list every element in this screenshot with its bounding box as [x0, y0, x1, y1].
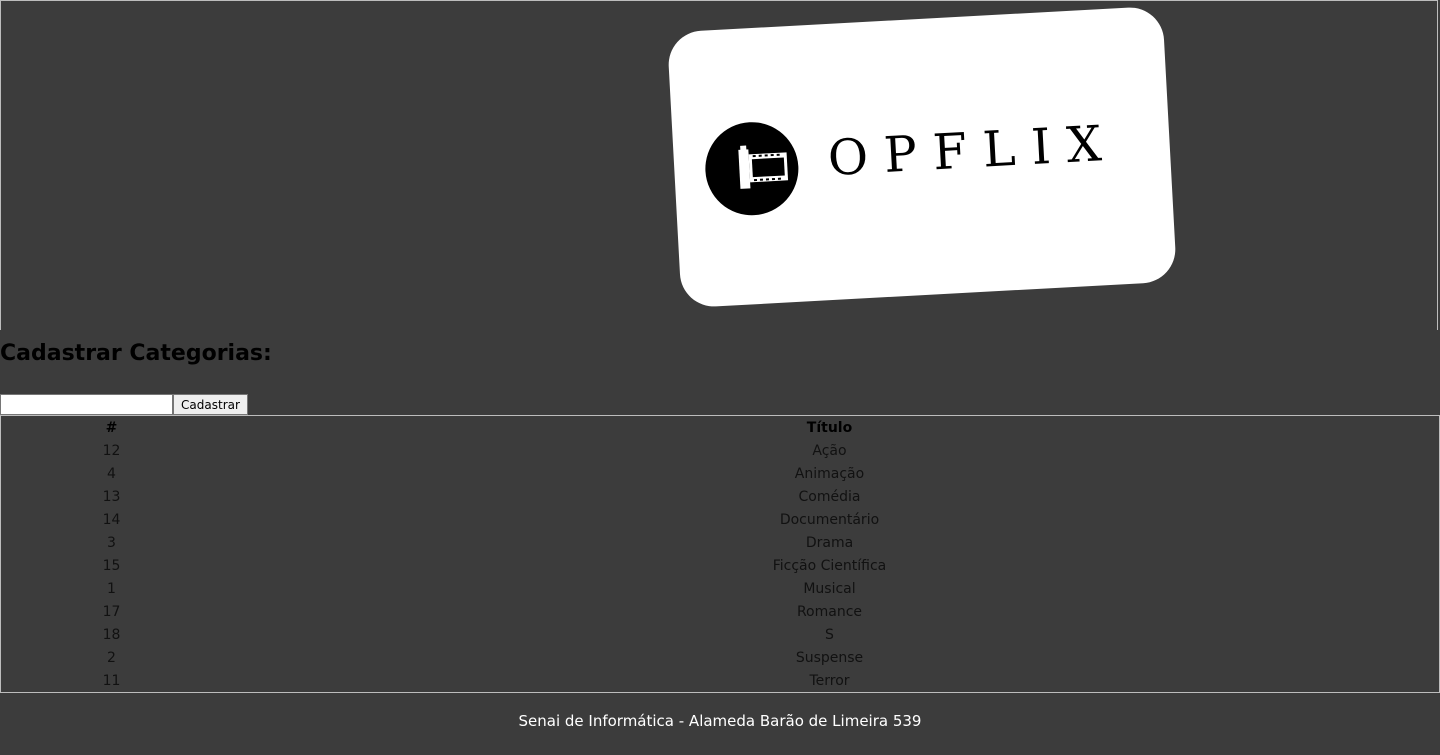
cell-id: 13 — [102, 489, 121, 505]
page-title: Cadastrar Categorias: — [0, 341, 272, 366]
cell-id: 18 — [102, 627, 121, 643]
film-roll-icon — [702, 119, 801, 218]
cell-id: 1 — [107, 581, 116, 597]
table-row: 13 Comédia — [3, 487, 1437, 508]
cell-id: 12 — [102, 443, 121, 459]
table-row: 12 Ação — [3, 441, 1437, 462]
cell-title: Ação — [812, 443, 847, 459]
logo: OPFLIX — [666, 5, 1178, 309]
table-row: 4 Animação — [3, 464, 1437, 485]
cadastrar-button[interactable]: Cadastrar — [173, 394, 248, 415]
cell-title: Animação — [794, 466, 865, 482]
cell-title: Romance — [796, 604, 863, 620]
column-header-title: Título — [806, 420, 853, 436]
table-header-row: # Título — [3, 418, 1437, 439]
cell-title: Documentário — [779, 512, 880, 528]
cell-title: Comédia — [798, 489, 861, 505]
column-header-id: # — [105, 420, 118, 436]
cell-id: 15 — [102, 558, 121, 574]
table-row: 14 Documentário — [3, 510, 1437, 531]
table-row: 3 Drama — [3, 533, 1437, 554]
cell-title: Drama — [805, 535, 854, 551]
cell-title: S — [825, 627, 834, 643]
cell-id: 2 — [107, 650, 116, 666]
table-row: 11 Terror — [3, 671, 1437, 692]
category-title-input[interactable] — [0, 394, 173, 415]
table-row: 17 Romance — [3, 602, 1437, 623]
cell-id: 4 — [107, 466, 116, 482]
cell-id: 3 — [107, 535, 116, 551]
table-row: 18 S — [3, 625, 1437, 646]
cell-title: Musical — [803, 581, 856, 597]
logo-text: OPFLIX — [826, 114, 1119, 188]
header: OPFLIX — [0, 0, 1438, 330]
cell-title: Suspense — [795, 650, 864, 666]
category-form: Cadastrar — [0, 394, 248, 415]
cell-id: 17 — [102, 604, 121, 620]
footer: Senai de Informática - Alameda Barão de … — [518, 712, 922, 730]
table-row: 15 Ficção Científica — [3, 556, 1437, 577]
cell-title: Ficção Científica — [772, 558, 887, 574]
table-row: 2 Suspense — [3, 648, 1437, 669]
cell-id: 14 — [102, 512, 121, 528]
table-row: 1 Musical — [3, 579, 1437, 600]
cell-title: Terror — [809, 673, 850, 689]
cell-id: 11 — [102, 673, 121, 689]
categories-table: # Título 12 Ação 4 Animação 13 Comédia 1… — [0, 415, 1440, 693]
